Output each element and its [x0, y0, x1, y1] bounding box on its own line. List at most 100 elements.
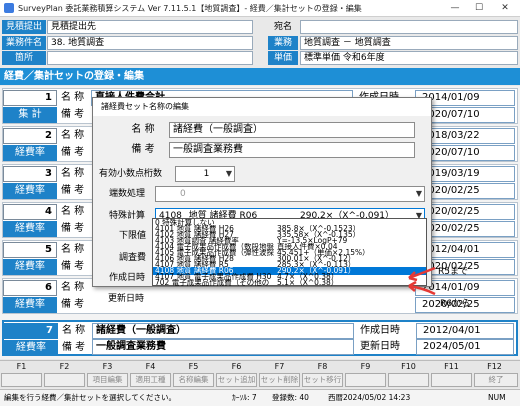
- row-number: 7: [4, 323, 58, 339]
- lower-label: 下限値: [119, 231, 147, 241]
- function-key-bar: F1 F2 F3 F4 F5 F6 F7 F8 F9 F10 F11 F12 項…: [0, 360, 520, 388]
- name-label: 名 称: [61, 130, 85, 141]
- name-label: 名 称: [62, 325, 86, 336]
- fkey-label: F7: [274, 362, 285, 371]
- exit-button[interactable]: 終了: [474, 373, 518, 387]
- row-number: 1: [3, 90, 57, 106]
- f11-button[interactable]: [431, 373, 472, 387]
- fkey-label: F6: [231, 362, 242, 371]
- row-number: 4: [3, 204, 57, 220]
- gyomu-label: 業務: [268, 36, 298, 50]
- annotation-r5: R5まで: [438, 267, 468, 277]
- row-number: 2: [3, 128, 57, 144]
- biko-label: 備 考: [61, 299, 85, 310]
- rounding-value: 0: [180, 189, 186, 199]
- status-bar: 編集を行う経費／集計セットを選択してください。 ｶｰｿﾙ: 7 登録数: 40 …: [0, 389, 520, 406]
- work-field[interactable]: 38. 地質調査: [47, 36, 253, 50]
- decimals-select[interactable]: 1 ▼: [175, 166, 235, 182]
- biko-label: 備 考: [61, 223, 85, 234]
- set-row-selected[interactable]: 7 経費率 名 称 備 考 諸経費（一般調査） 一般調査業務費 作成日時 更新日…: [2, 320, 518, 356]
- row-number: 6: [3, 280, 57, 296]
- gyomu-field[interactable]: 地質調査 － 地質調査: [300, 36, 518, 50]
- app-icon: [4, 3, 14, 13]
- row-kind: 経費率: [3, 145, 57, 161]
- section-title: 経費／集計セットの登録・編集: [0, 68, 520, 85]
- annotation-r6: R6から: [440, 299, 470, 309]
- dialog-biko-label: 備 考: [131, 144, 155, 155]
- window-title: SurveyPlan 委託業務積算システム Ver 7.11.5.1【地質調査】…: [18, 4, 362, 13]
- name-label: 名 称: [61, 282, 85, 293]
- place-field[interactable]: [47, 51, 253, 65]
- row-kind: 経費率: [3, 297, 57, 313]
- dropdown-option[interactable]: 702 電子成果品作成費（その他の 5.1×（X^0.38）: [153, 279, 426, 287]
- set-delete-button[interactable]: セット削除: [259, 373, 300, 387]
- row-number: 3: [3, 166, 57, 182]
- dialog-biko-input[interactable]: 一般調査業務費: [169, 142, 415, 158]
- set-move-button[interactable]: セット移行: [302, 373, 343, 387]
- fkey-label: F8: [317, 362, 328, 371]
- rounding-label: 端数処理: [109, 189, 146, 199]
- row-kind: 集 計: [3, 107, 57, 123]
- fkey-label: F11: [444, 362, 459, 371]
- row-kind: 経費率: [3, 259, 57, 275]
- fkey-label: F9: [360, 362, 371, 371]
- updated-date: 2024/05/01: [416, 339, 514, 355]
- status-date: 西暦2024/05/02 14:23: [328, 393, 411, 402]
- created-date: 2012/04/01: [416, 323, 514, 339]
- fkey-label: F1: [16, 362, 27, 371]
- status-cursor: ｶｰｿﾙ: 7: [232, 393, 257, 402]
- status-num: NUM: [488, 393, 506, 402]
- fkey-label: F10: [401, 362, 416, 371]
- biko-label: 備 考: [61, 261, 85, 272]
- row-number: 5: [3, 242, 57, 258]
- submitter-label: 見積提出先: [2, 20, 46, 46]
- f9-button[interactable]: [345, 373, 386, 387]
- close-button[interactable]: ✕: [494, 2, 516, 15]
- place-label: 箇所: [2, 51, 46, 65]
- name-edit-button[interactable]: 名称編集: [173, 373, 214, 387]
- f2-button[interactable]: [44, 373, 85, 387]
- name-label: 名 称: [61, 168, 85, 179]
- f1-button[interactable]: [1, 373, 42, 387]
- item-edit-button[interactable]: 項目編集: [87, 373, 128, 387]
- tanka-field[interactable]: 標準単価 令和6年度: [300, 51, 518, 65]
- name-label: 名 称: [61, 92, 85, 103]
- name-label: 名 称: [61, 244, 85, 255]
- special-dropdown-list[interactable]: 0 特殊計算しない 4101 地質 諸経費 H26 385.8×（X^-0.152…: [152, 218, 427, 287]
- biko-label: 備 考: [62, 342, 86, 353]
- dialog-updated-label: 更新日時: [108, 294, 145, 304]
- biko-label: 備 考: [61, 185, 85, 196]
- row-kind: 経費率: [3, 221, 57, 237]
- work-label: 業務件名: [2, 36, 46, 50]
- row-kind: 経費率: [4, 340, 58, 356]
- dialog-title: 諸経費セット名称の編集: [93, 98, 431, 116]
- biko-label: 備 考: [61, 109, 85, 120]
- dialog-name-label: 名 称: [131, 124, 155, 135]
- row-biko[interactable]: 一般調査業務費: [92, 339, 354, 355]
- apply-kind-button[interactable]: 適用工種: [130, 373, 171, 387]
- adjust-label: 調査費: [119, 253, 147, 263]
- maximize-button[interactable]: ☐: [468, 2, 490, 15]
- created-label: 作成日時: [360, 325, 400, 336]
- submitter-field[interactable]: 見積提出先: [47, 20, 253, 34]
- updated-label: 更新日時: [360, 341, 400, 352]
- f10-button[interactable]: [388, 373, 429, 387]
- chevron-down-icon: ▼: [415, 189, 422, 198]
- fkey-label: F5: [188, 362, 199, 371]
- decimals-value: 1: [203, 169, 210, 179]
- dialog-created-label: 作成日時: [109, 273, 146, 283]
- fkey-label: F3: [102, 362, 113, 371]
- tanka-label: 単価: [268, 51, 298, 65]
- minimize-button[interactable]: —: [444, 2, 466, 15]
- set-add-button[interactable]: セット追加: [216, 373, 257, 387]
- biko-label: 備 考: [61, 147, 85, 158]
- title-bar: SurveyPlan 委託業務積算システム Ver 7.11.5.1【地質調査】…: [0, 0, 520, 17]
- row-name[interactable]: 諸経費（一般調査）: [92, 323, 354, 339]
- fkey-label: F4: [145, 362, 156, 371]
- fkey-label: F2: [59, 362, 70, 371]
- row-kind: 経費率: [3, 183, 57, 199]
- dialog-name-input[interactable]: 諸経費（一般調査）: [169, 122, 415, 138]
- name-label: 宛名: [273, 22, 292, 32]
- rounding-select[interactable]: 0 ▼: [155, 186, 425, 202]
- name-field[interactable]: [300, 20, 518, 34]
